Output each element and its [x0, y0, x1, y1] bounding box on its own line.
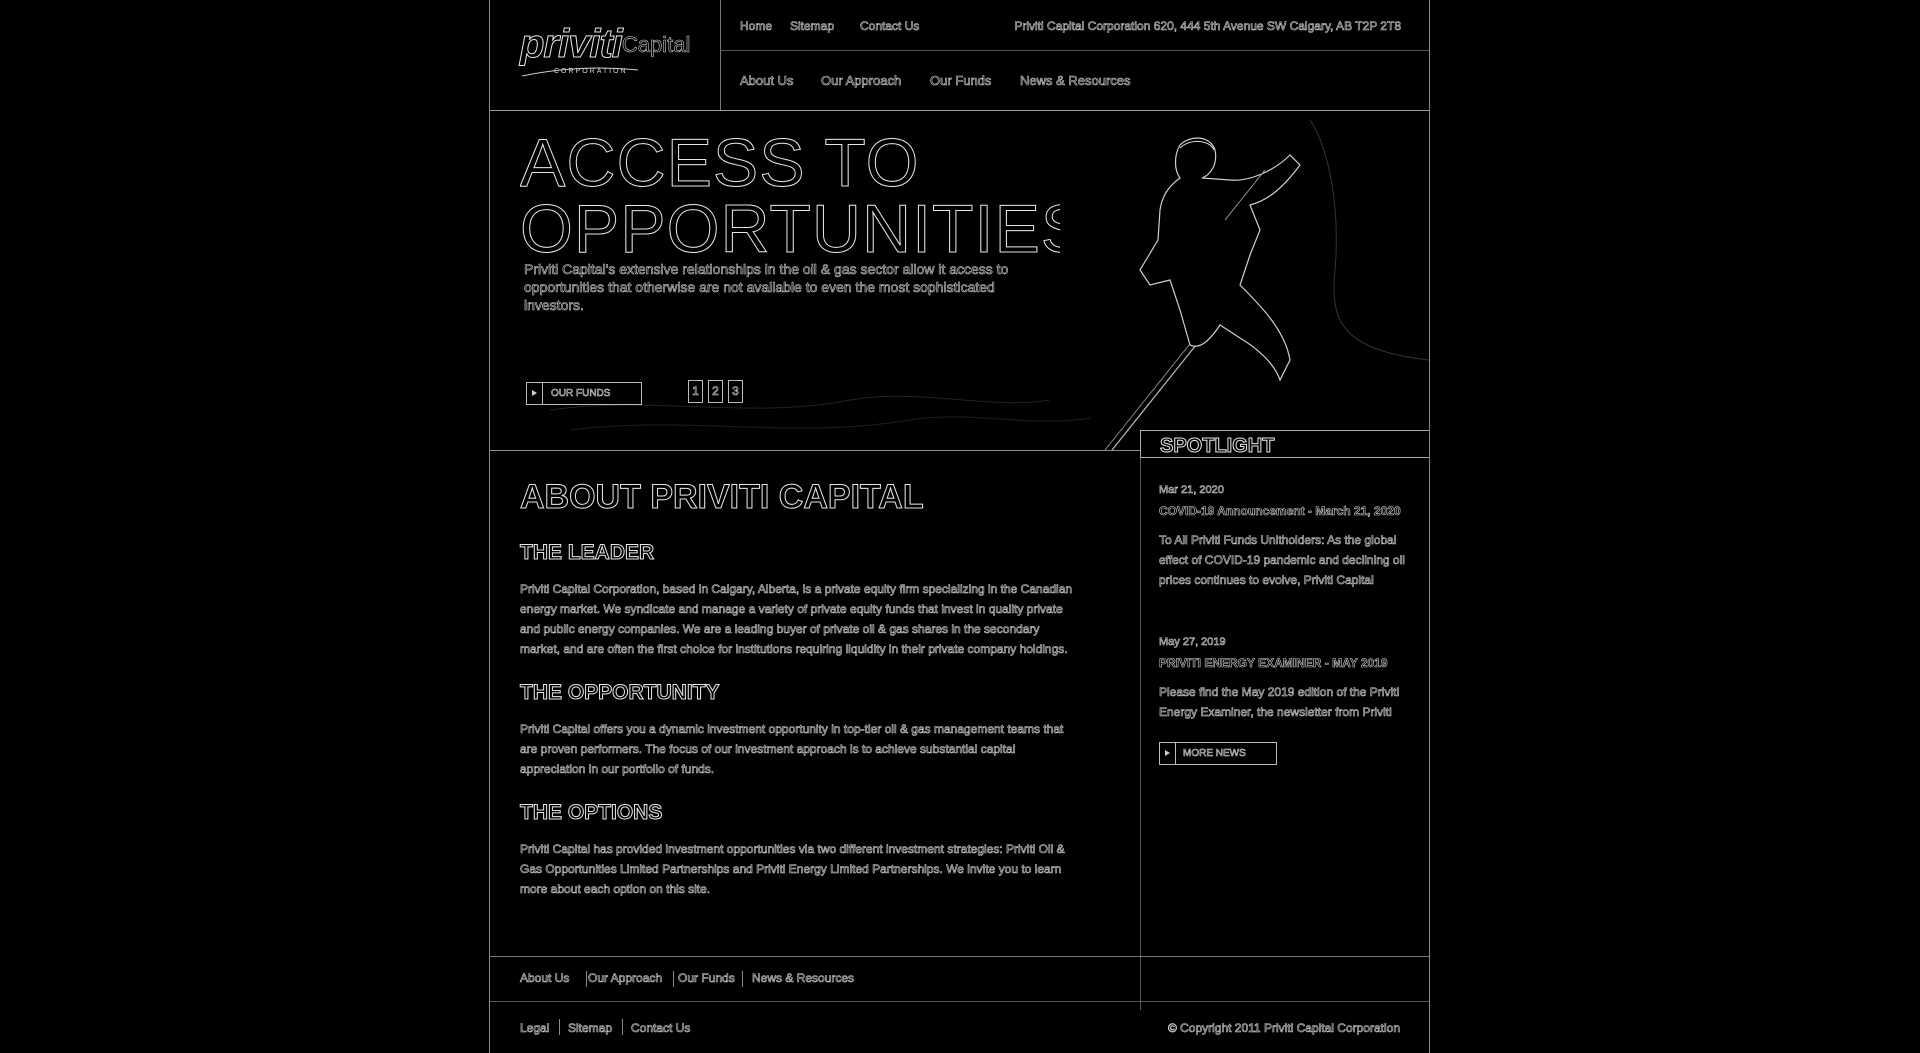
copyright-text: © Copyright 2011 Priviti Capital Corpora… — [1167, 1021, 1401, 1036]
company-address: Priviti Capital Corporation 620, 444 5th… — [1014, 19, 1401, 34]
news-date: Mar 21, 2020 — [1159, 484, 1224, 497]
footer-link-contact[interactable]: Contact Us — [631, 1021, 691, 1036]
more-news-label: MORE NEWS — [1183, 748, 1246, 760]
spotlight-panel: SPOTLIGHT Mar 21, 2020 COVID-19 Announce… — [1140, 430, 1429, 1010]
footer-separator — [742, 971, 743, 987]
news-item: May 27, 2019 PRIVITI ENERGY EXAMINER - M… — [1159, 636, 1409, 722]
top-bar: Home Sitemap Contact Us Priviti Capital … — [721, 0, 1429, 51]
footer-separator — [559, 1019, 560, 1035]
footer-nav-about-us[interactable]: About Us — [520, 971, 570, 986]
news-date: May 27, 2019 — [1159, 636, 1226, 649]
leader-text: Priviti Capital Corporation, based in Ca… — [520, 582, 1073, 657]
our-funds-button[interactable]: OUR FUNDS — [526, 382, 642, 405]
leader-heading: THE LEADER — [520, 541, 655, 565]
pager-page-1[interactable]: 1 — [688, 380, 703, 403]
more-news-button[interactable]: MORE NEWS — [1159, 742, 1277, 765]
top-link-contact[interactable]: Contact Us — [860, 19, 920, 34]
footer-separator — [586, 971, 587, 987]
main-nav: About Us Our Approach Our Funds News & R… — [721, 51, 1429, 109]
logo-capital: Capital — [621, 32, 691, 58]
logo-brand: priviti — [520, 22, 624, 67]
options-text: Priviti Capital has provided investment … — [520, 842, 1065, 897]
footer-nav-news-resources[interactable]: News & Resources — [752, 971, 855, 986]
spotlight-divider — [1140, 458, 1141, 1010]
about-section: ABOUT PRIVITI CAPITAL THE LEADER Priviti… — [520, 478, 1080, 899]
footer-link-sitemap[interactable]: Sitemap — [568, 1021, 613, 1036]
logo-box: privitiCapital CORPORATION — [490, 0, 721, 110]
pager-page-3[interactable]: 3 — [728, 380, 743, 403]
about-title: ABOUT PRIVITI CAPITAL — [520, 478, 925, 517]
top-link-home[interactable]: Home — [740, 19, 773, 34]
footer-nav: About Us Our Approach Our Funds News & R… — [490, 956, 1429, 1002]
play-icon — [1160, 743, 1176, 764]
logo-corporation: CORPORATION — [554, 68, 628, 75]
nav-our-funds[interactable]: Our Funds — [930, 73, 992, 89]
news-excerpt: To All Priviti Funds Unitholders: As the… — [1159, 533, 1405, 588]
footer-nav-our-approach[interactable]: Our Approach — [588, 971, 663, 986]
page-container: privitiCapital CORPORATION Home Sitemap … — [489, 0, 1430, 1053]
opportunity-text: Priviti Capital offers you a dynamic inv… — [520, 722, 1064, 777]
top-link-sitemap[interactable]: Sitemap — [790, 19, 835, 34]
footer-nav-our-funds[interactable]: Our Funds — [678, 971, 735, 986]
footer-separator — [622, 1019, 623, 1035]
logo[interactable]: privitiCapital CORPORATION — [520, 22, 691, 77]
hero-banner: ACCESS TO OPPORTUNITIES Priviti Capital'… — [490, 110, 1429, 451]
spotlight-header: SPOTLIGHT — [1140, 430, 1429, 458]
nav-news-resources[interactable]: News & Resources — [1020, 73, 1131, 89]
news-title-link[interactable]: PRIVITI ENERGY EXAMINER - MAY 2019 — [1159, 656, 1409, 671]
options-heading: THE OPTIONS — [520, 801, 663, 825]
footer-link-legal[interactable]: Legal — [520, 1021, 550, 1036]
nav-our-approach[interactable]: Our Approach — [821, 73, 902, 89]
nav-about-us[interactable]: About Us — [740, 73, 794, 89]
footer-separator — [673, 971, 674, 987]
news-excerpt: Please find the May 2019 edition of the … — [1159, 685, 1400, 720]
hero-text: Priviti Capital's extensive relationship… — [524, 261, 1009, 314]
opportunity-heading: THE OPPORTUNITY — [520, 681, 721, 705]
our-funds-label: OUR FUNDS — [551, 388, 611, 400]
hero-title: ACCESS TO OPPORTUNITIES — [520, 130, 1060, 262]
pager-page-2[interactable]: 2 — [708, 380, 723, 403]
spotlight-title: SPOTLIGHT — [1159, 435, 1275, 458]
play-icon — [527, 383, 543, 404]
footer-bottom: Legal Sitemap Contact Us © Copyright 201… — [490, 1001, 1429, 1053]
news-title-link[interactable]: COVID-19 Announcement - March 21, 2020 — [1159, 504, 1409, 519]
header: privitiCapital CORPORATION Home Sitemap … — [490, 0, 1429, 111]
news-item: Mar 21, 2020 COVID-19 Announcement - Mar… — [1159, 484, 1409, 590]
